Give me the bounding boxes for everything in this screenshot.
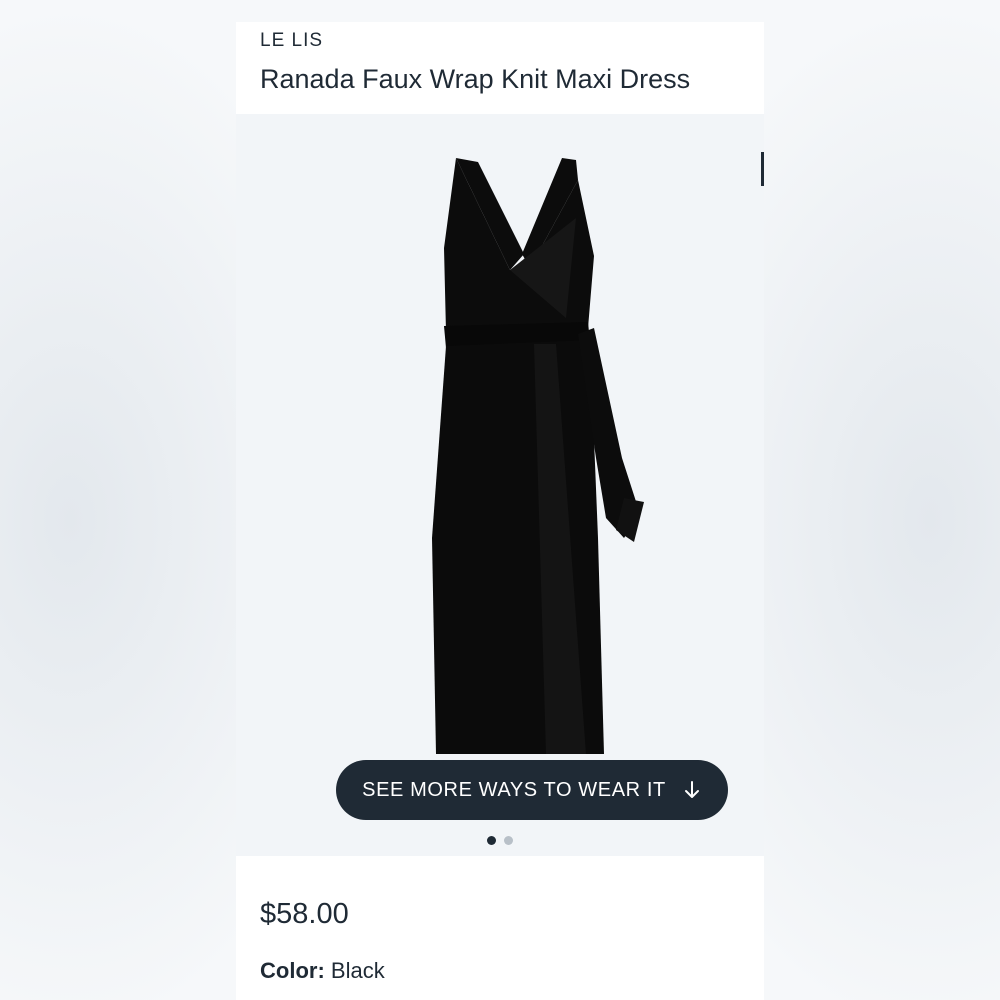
color-value: Black	[330, 958, 385, 983]
color-label: Color:	[260, 958, 325, 983]
arrow-down-icon	[682, 780, 702, 800]
see-more-ways-button[interactable]: SEE MORE WAYS TO WEAR IT	[336, 760, 728, 820]
product-details: $58.00 Color: Black	[236, 856, 764, 1000]
product-price: $58.00	[260, 898, 349, 930]
product-title: Ranada Faux Wrap Knit Maxi Dress	[260, 64, 691, 94]
see-more-ways-label: SEE MORE WAYS TO WEAR IT	[362, 778, 666, 801]
brand-name[interactable]: LE LIS	[260, 30, 323, 52]
dress-image	[432, 158, 644, 754]
next-image-peek	[761, 152, 764, 186]
color-row: Color: Black	[260, 958, 385, 984]
product-image-gallery[interactable]: SEE MORE WAYS TO WEAR IT	[236, 114, 764, 856]
carousel-dot-2[interactable]	[504, 836, 513, 845]
product-header: LE LIS Ranada Faux Wrap Knit Maxi Dress	[236, 22, 764, 114]
carousel-indicator	[236, 836, 764, 845]
carousel-dot-1[interactable]	[487, 836, 496, 845]
product-screen: LE LIS Ranada Faux Wrap Knit Maxi Dress …	[236, 22, 764, 1000]
